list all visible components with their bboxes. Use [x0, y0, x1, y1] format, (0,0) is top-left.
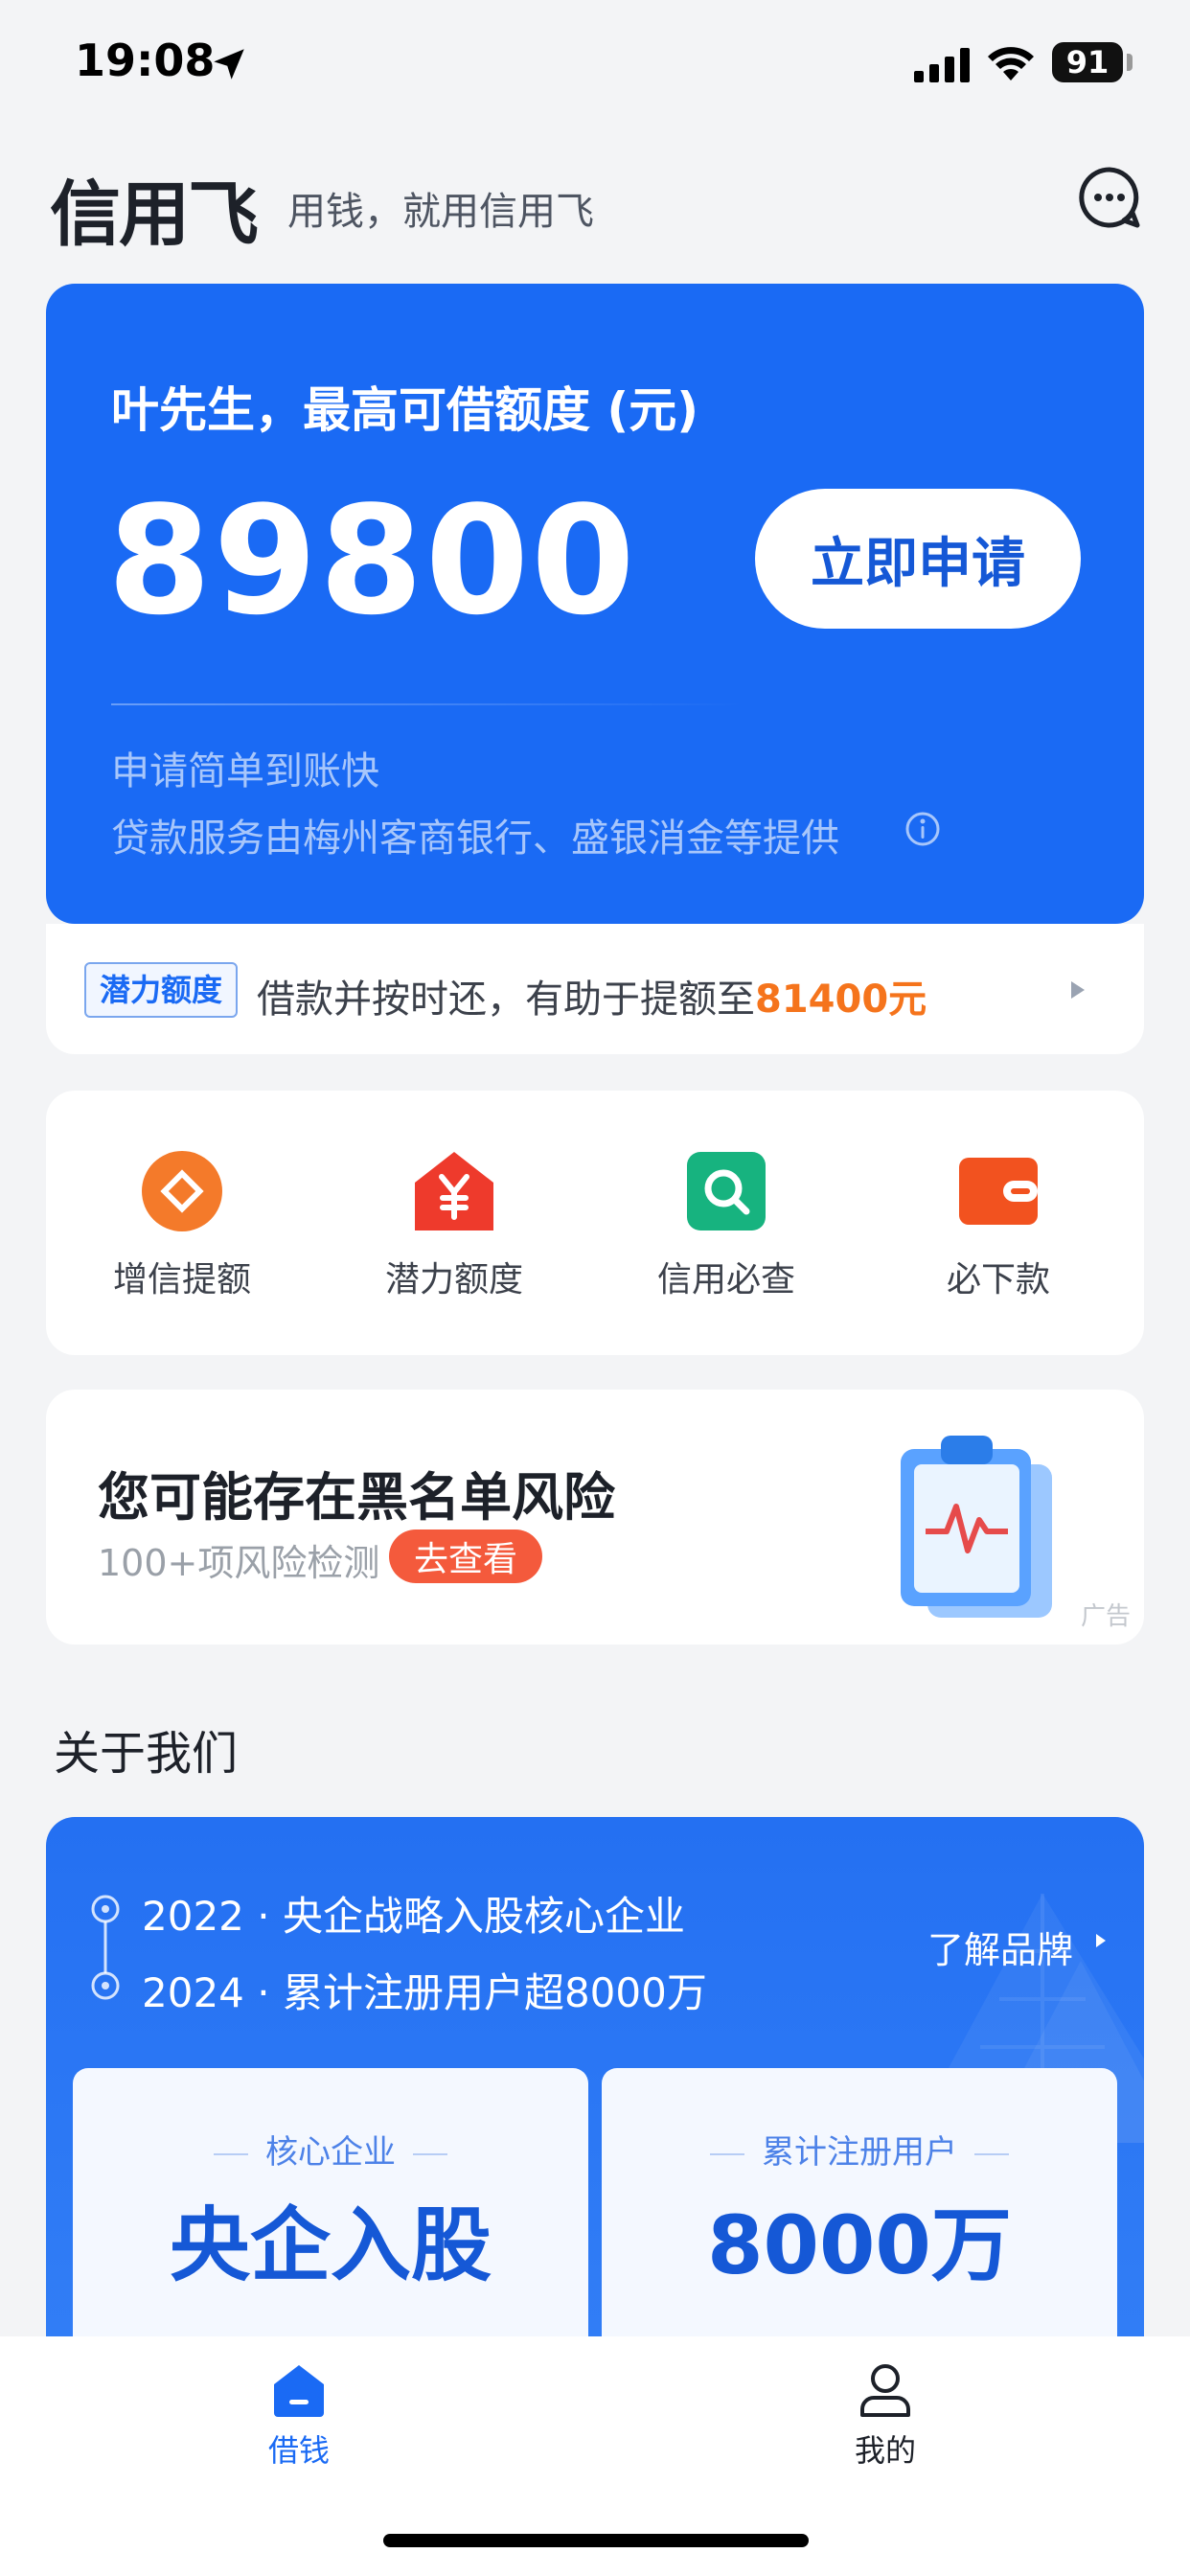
clipboard-report-icon: [901, 1436, 1052, 1618]
timeline-text: 央企战略入股核心企业: [282, 1893, 685, 1940]
card-divider: [111, 703, 744, 705]
shortcut-label: 必下款: [946, 1260, 1050, 1300]
potential-limit-text: 借款并按时还，有助于提额至81400元: [257, 968, 927, 1024]
blacklist-risk-ad[interactable]: 您可能存在黑名单风险 100+项风险检测 去查看 广告: [46, 1390, 1144, 1644]
info-icon[interactable]: [904, 811, 941, 847]
potential-limit-banner[interactable]: 潜力额度 借款并按时还，有助于提额至81400元: [46, 924, 1144, 1054]
loan-provider-note: 贷款服务由梅州客商银行、盛银消金等提供: [111, 816, 839, 861]
shortcut-grid: 增信提额 潜力额度 信用必查 必下款: [46, 1091, 1144, 1355]
status-bar: 19:08 91: [0, 0, 1190, 125]
battery-indicator: 91: [1052, 42, 1123, 82]
shortcut-guaranteed-loan[interactable]: 必下款: [903, 1148, 1094, 1321]
ad-title: 您可能存在黑名单风险: [98, 1467, 615, 1528]
search-icon: [687, 1152, 766, 1230]
stat-value: 8000万: [707, 2198, 1012, 2292]
wallet-icon: [959, 1158, 1038, 1225]
app-title: 信用飞: [50, 173, 259, 256]
timeline-item: 2024 · 累计注册用户超8000万: [142, 1969, 707, 2016]
learn-brand-link[interactable]: 了解品牌: [927, 1920, 1073, 1973]
wifi-icon: [988, 47, 1034, 80]
cellular-signal-icon: [914, 48, 970, 82]
timeline-year: 2022: [142, 1893, 244, 1940]
yen-house-icon: [415, 1152, 493, 1230]
stat-card-core-enterprise: 核心企业 央企入股: [73, 2068, 588, 2356]
timeline-text: 累计注册用户超8000万: [282, 1969, 707, 2016]
timeline-item: 2022 · 央企战略入股核心企业: [142, 1893, 685, 1940]
shortcut-label: 增信提额: [112, 1260, 251, 1300]
tab-borrow[interactable]: 借钱: [203, 2361, 395, 2476]
potential-limit-desc: 借款并按时还，有助于提额至: [257, 978, 755, 1022]
chat-bubble-icon[interactable]: [1077, 165, 1142, 230]
shortcut-label: 信用必查: [656, 1260, 795, 1300]
stat-label: 核心企业: [73, 2126, 588, 2173]
shortcut-label: 潜力额度: [384, 1260, 523, 1300]
diamond-coin-icon: [142, 1151, 222, 1231]
tab-label: 借钱: [267, 2432, 330, 2469]
apply-tagline: 申请简单到账快: [111, 749, 379, 794]
stat-value: 央企入股: [169, 2198, 492, 2292]
timeline-connector: [91, 1895, 120, 2000]
shortcut-credit-check[interactable]: 信用必查: [630, 1148, 822, 1321]
potential-limit-amount: 81400元: [755, 978, 927, 1022]
credit-limit-label: 叶先生，最高可借额度 (元): [111, 382, 699, 438]
battery-cap: [1127, 54, 1133, 71]
stat-label: 累计注册用户: [602, 2126, 1117, 2173]
chevron-right-icon: [1096, 1934, 1106, 1947]
timeline-year: 2024: [142, 1969, 244, 2016]
status-time: 19:08: [75, 34, 216, 86]
credit-limit-amount: 89800: [107, 473, 637, 648]
potential-limit-tag: 潜力额度: [84, 962, 239, 1018]
shortcut-potential-limit[interactable]: 潜力额度: [358, 1148, 550, 1321]
app-slogan: 用钱，就用信用飞: [287, 190, 594, 234]
home-indicator: [383, 2534, 809, 2547]
tab-mine[interactable]: 我的: [790, 2361, 981, 2476]
location-arrow-icon: [214, 49, 244, 80]
stat-card-registered-users: 累计注册用户 8000万: [602, 2068, 1117, 2356]
ad-subtitle: 100+项风险检测: [98, 1542, 380, 1584]
home-icon: [274, 2365, 324, 2417]
apply-now-button[interactable]: 立即申请: [755, 489, 1081, 629]
check-now-button[interactable]: 去查看: [389, 1530, 542, 1583]
about-us-heading: 关于我们: [54, 1727, 239, 1781]
ad-label: 广告: [1081, 1602, 1132, 1631]
chevron-right-icon: [1071, 981, 1085, 999]
tab-label: 我的: [854, 2432, 916, 2469]
shortcut-credit-boost[interactable]: 增信提额: [86, 1148, 278, 1321]
credit-limit-card: 叶先生，最高可借额度 (元) 89800 立即申请 申请简单到账快 贷款服务由梅…: [46, 284, 1144, 924]
user-icon: [860, 2364, 910, 2417]
